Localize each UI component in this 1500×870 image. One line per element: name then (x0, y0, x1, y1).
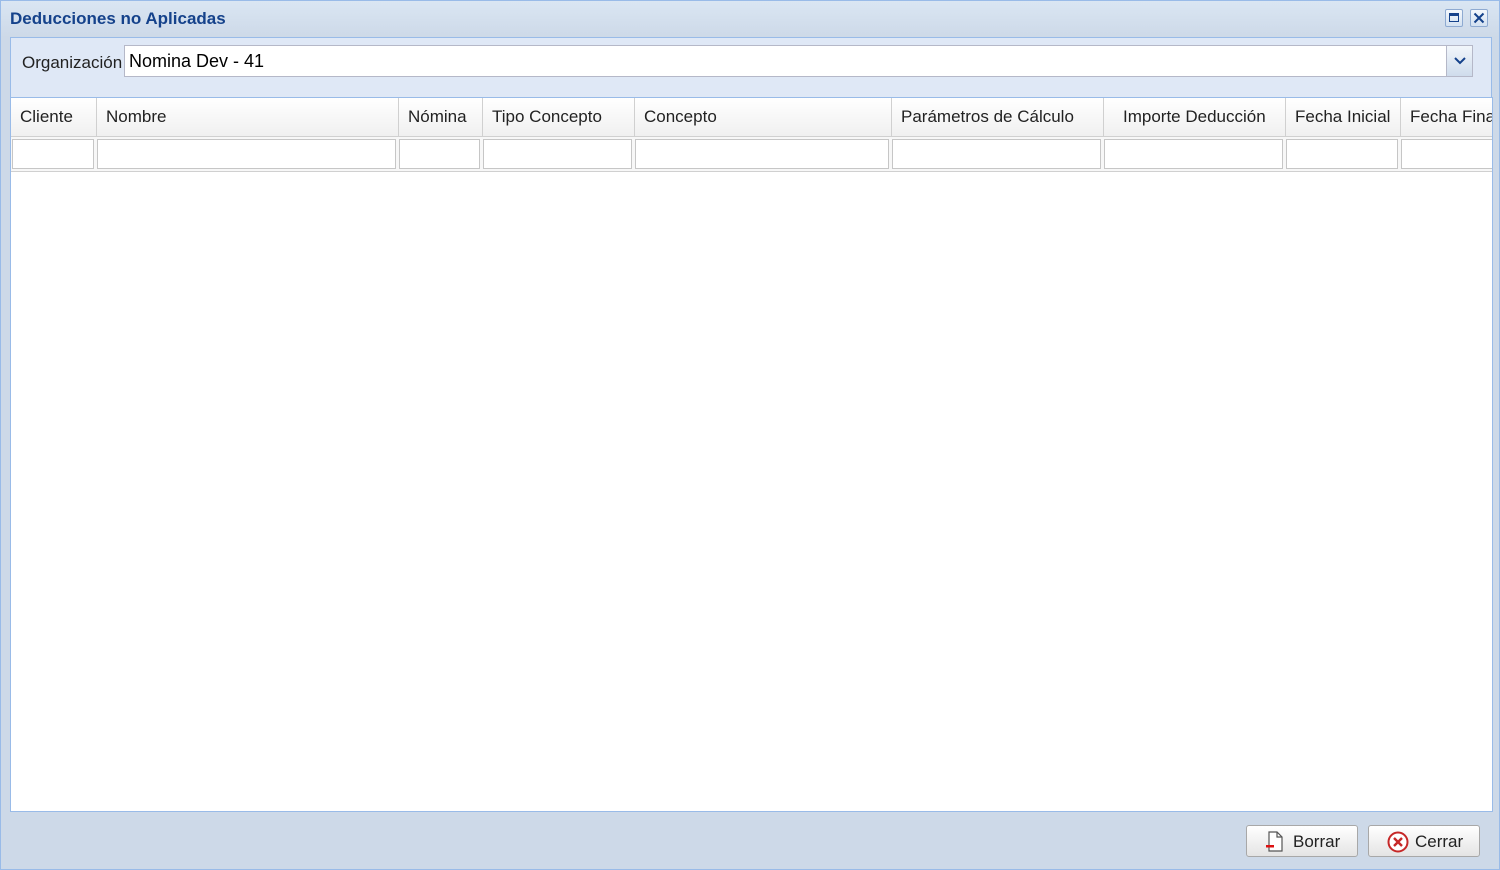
borrar-button[interactable]: Borrar (1246, 825, 1358, 857)
grid-filter-row (11, 137, 1492, 172)
filter-parametros-calculo[interactable] (892, 139, 1101, 169)
column-header-nomina[interactable]: Nómina (399, 98, 483, 136)
organization-combo[interactable] (124, 45, 1473, 77)
delete-document-icon (1266, 831, 1283, 852)
column-header-nombre[interactable]: Nombre (97, 98, 399, 136)
cerrar-label: Cerrar (1415, 832, 1464, 851)
organization-input[interactable] (125, 46, 1445, 76)
organization-dropdown-trigger[interactable] (1446, 46, 1472, 76)
close-icon[interactable] (1470, 9, 1488, 27)
column-header-fecha-inicial[interactable]: Fecha Inicial (1286, 98, 1401, 136)
column-header-cliente[interactable]: Cliente (11, 98, 97, 136)
column-header-concepto[interactable]: Concepto (635, 98, 892, 136)
organization-form: Organización (10, 37, 1492, 97)
deducciones-window: Deducciones no Aplicadas Organización Cl… (0, 0, 1500, 870)
cancel-circle-icon (1387, 831, 1409, 853)
filter-fecha-inicial[interactable] (1286, 139, 1398, 169)
borrar-label: Borrar (1293, 832, 1341, 851)
window-titlebar[interactable]: Deducciones no Aplicadas (1, 1, 1499, 37)
window-footer: Borrar Cerrar (1, 812, 1499, 869)
grid-header: Cliente Nombre Nómina Tipo Concepto Conc… (11, 98, 1492, 137)
filter-nombre[interactable] (97, 139, 396, 169)
filter-cliente[interactable] (12, 139, 94, 169)
organization-label: Organización (22, 53, 123, 72)
filter-tipo-concepto[interactable] (483, 139, 632, 169)
maximize-icon[interactable] (1445, 9, 1463, 27)
filter-nomina[interactable] (399, 139, 480, 169)
deductions-grid: Cliente Nombre Nómina Tipo Concepto Conc… (10, 97, 1493, 812)
column-header-parametros-calculo[interactable]: Parámetros de Cálculo (892, 98, 1104, 136)
cerrar-button[interactable]: Cerrar (1368, 825, 1480, 857)
column-header-fecha-final[interactable]: Fecha Final (1401, 98, 1492, 136)
column-header-importe-deduccion[interactable]: Importe Deducción (1104, 98, 1286, 136)
filter-fecha-final[interactable] (1401, 139, 1492, 169)
column-header-tipo-concepto[interactable]: Tipo Concepto (483, 98, 635, 136)
filter-concepto[interactable] (635, 139, 889, 169)
chevron-down-icon (1454, 57, 1466, 65)
filter-importe-deduccion[interactable] (1104, 139, 1283, 169)
window-title: Deducciones no Aplicadas (10, 9, 226, 28)
